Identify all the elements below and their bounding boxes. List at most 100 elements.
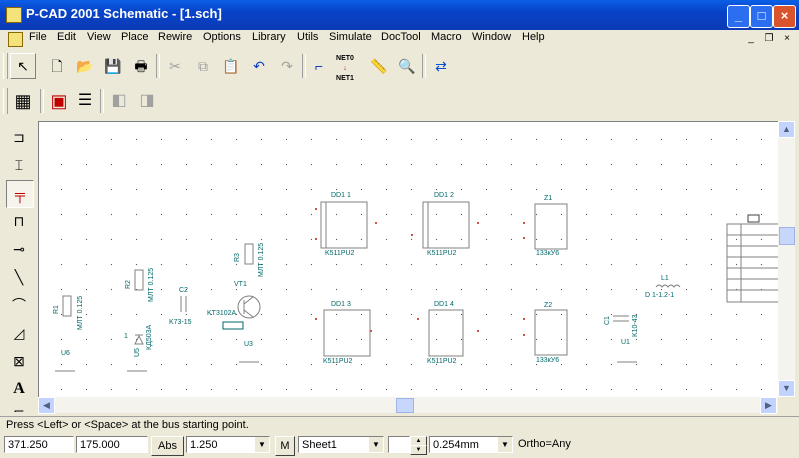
open-folder-icon[interactable]: 📂 bbox=[72, 53, 98, 79]
place-bus-icon[interactable]: ╤ bbox=[6, 180, 34, 208]
document-icon[interactable] bbox=[8, 32, 23, 47]
pin-marker bbox=[523, 334, 525, 336]
horizontal-scrollbar[interactable]: ◀ ▶ bbox=[38, 397, 778, 414]
grid-select[interactable]: 1.250 ▼ bbox=[186, 436, 270, 453]
place-line-icon[interactable]: ╲ bbox=[6, 264, 32, 290]
component-u1[interactable]: U1 bbox=[617, 339, 637, 363]
place-field-icon[interactable]: ⊠ bbox=[6, 348, 32, 374]
component-u6[interactable]: U6 bbox=[55, 350, 75, 372]
component-l1[interactable]: L1 D 1-1.2-1 bbox=[645, 275, 681, 299]
print-icon[interactable]: 🖶 bbox=[128, 53, 154, 79]
menu-file[interactable]: File bbox=[29, 31, 47, 43]
line-width-select[interactable]: 0.254mm ▼ bbox=[429, 436, 513, 453]
place-component-icon[interactable]: ⊓ bbox=[6, 208, 32, 234]
x-coordinate-field[interactable]: 371.250 bbox=[4, 436, 74, 453]
minimize-button[interactable]: _ bbox=[727, 5, 750, 28]
y-coordinate-field[interactable]: 175.000 bbox=[76, 436, 148, 453]
component-vd[interactable]: 1 КД503А bbox=[124, 325, 153, 350]
place-wire-icon[interactable]: ⌶ bbox=[6, 152, 32, 178]
abs-button[interactable]: Abs bbox=[151, 436, 184, 456]
menu-window[interactable]: Window bbox=[472, 31, 511, 43]
chevron-down-icon[interactable]: ▼ bbox=[498, 437, 512, 452]
new-file-icon[interactable]: 🗋 bbox=[44, 53, 70, 79]
place-arc-icon[interactable]: ⌒ bbox=[6, 292, 32, 318]
metric-toggle-button[interactable]: M bbox=[275, 436, 295, 456]
menu-rewire[interactable]: Rewire bbox=[158, 31, 192, 43]
component-right-icon[interactable]: ◨ bbox=[134, 88, 160, 114]
u3-ref: U3 bbox=[244, 341, 253, 348]
mdi-restore-button[interactable]: ❐ bbox=[762, 32, 776, 45]
save-icon[interactable]: 💾 bbox=[100, 53, 126, 79]
list-icon[interactable]: ☰ bbox=[72, 88, 98, 114]
component-u5[interactable]: U5 bbox=[127, 348, 147, 372]
place-text-icon[interactable]: A bbox=[6, 376, 32, 402]
component-dd1-2[interactable]: DD1 2 K511PU2 bbox=[411, 192, 479, 257]
component-connector[interactable] bbox=[726, 214, 779, 303]
paste-icon[interactable]: 📋 bbox=[218, 53, 244, 79]
u6-ref: U6 bbox=[61, 350, 70, 357]
maximize-button[interactable]: □ bbox=[750, 5, 773, 28]
spin-value-field[interactable] bbox=[388, 436, 410, 453]
menu-utils[interactable]: Utils bbox=[297, 31, 318, 43]
component-r3[interactable]: R3 МЛТ 0.125 bbox=[234, 243, 265, 277]
component-c1[interactable]: C1 K10-43 bbox=[604, 314, 639, 337]
menu-simulate[interactable]: Simulate bbox=[329, 31, 372, 43]
menu-edit[interactable]: Edit bbox=[57, 31, 76, 43]
l1-ref: L1 bbox=[661, 275, 669, 282]
sheet-select[interactable]: Sheet1 ▼ bbox=[298, 436, 384, 453]
spin-down-icon[interactable]: ▼ bbox=[410, 445, 427, 455]
sheet-frame-icon[interactable]: ▣ bbox=[46, 88, 72, 114]
redo-icon[interactable]: ↷ bbox=[274, 53, 300, 79]
place-polygon-icon[interactable]: ◿ bbox=[6, 320, 32, 346]
net-rename-icon[interactable]: NET0 ↓ NET1 bbox=[332, 53, 358, 82]
undo-icon[interactable]: ↶ bbox=[246, 53, 272, 79]
chevron-down-icon[interactable]: ▼ bbox=[255, 437, 269, 452]
scroll-right-icon[interactable]: ▶ bbox=[760, 397, 777, 414]
scroll-left-icon[interactable]: ◀ bbox=[38, 397, 55, 414]
menu-options[interactable]: Options bbox=[203, 31, 241, 43]
component-vt1[interactable]: VT1 KT3102А bbox=[207, 281, 261, 330]
spreadsheet-icon[interactable]: ▦ bbox=[10, 88, 36, 114]
component-u3[interactable]: U3 bbox=[239, 341, 259, 363]
copy-icon[interactable]: ⧉ bbox=[190, 53, 216, 79]
vertical-scrollbar[interactable]: ▲ ▼ bbox=[778, 121, 795, 397]
cut-icon[interactable]: ✂ bbox=[162, 53, 188, 79]
placement-palette: ⊐ ⌶ ╤ ⊓ ⊸ ╲ ⌒ ◿ ⊠ A ⊏ bbox=[6, 122, 34, 412]
net-icon-arrow: ↓ bbox=[343, 65, 347, 72]
menu-library[interactable]: Library bbox=[252, 31, 286, 43]
place-port-icon[interactable]: ⊏ bbox=[6, 400, 32, 412]
zoom-magnifier-icon[interactable]: 🔍 bbox=[394, 53, 420, 79]
horizontal-scroll-thumb[interactable] bbox=[396, 398, 414, 413]
menu-place[interactable]: Place bbox=[121, 31, 149, 43]
mdi-minimize-button[interactable]: _ bbox=[744, 32, 758, 45]
select-pointer-icon[interactable]: ↖ bbox=[10, 53, 36, 79]
vertical-scroll-thumb[interactable] bbox=[779, 227, 795, 245]
measure-ruler-icon[interactable]: 📏 bbox=[366, 53, 392, 79]
component-z1[interactable]: Z1 133кУ6 bbox=[523, 195, 568, 257]
u5-ref: U5 bbox=[134, 348, 141, 357]
menu-macro[interactable]: Macro bbox=[431, 31, 462, 43]
close-button[interactable]: × bbox=[773, 5, 796, 28]
menu-help[interactable]: Help bbox=[522, 31, 545, 43]
component-dd1-1[interactable]: DD1 1 K511PU2 bbox=[315, 192, 377, 257]
menu-view[interactable]: View bbox=[87, 31, 111, 43]
component-dd1-4[interactable]: DD1 4 K511PU2 bbox=[417, 301, 479, 365]
scroll-down-icon[interactable]: ▼ bbox=[778, 380, 795, 397]
scroll-up-icon[interactable]: ▲ bbox=[778, 121, 795, 138]
vt1-emitter bbox=[243, 309, 254, 318]
simulate-icon[interactable]: ⇄ bbox=[428, 53, 454, 79]
component-dd1-3[interactable]: DD1 3 K511PU2 bbox=[315, 301, 372, 365]
component-r2[interactable]: R2 МЛТ 0.125 bbox=[125, 268, 155, 302]
component-left-icon[interactable]: ◧ bbox=[106, 88, 132, 114]
schematic-canvas[interactable]: DD1 1 K511PU2 DD1 2 K511PU2 Z1 133кУ6 DD… bbox=[38, 121, 780, 399]
component-r1[interactable]: R1 МЛТ 0.125 bbox=[53, 295, 84, 330]
component-z2[interactable]: Z2 133кУ6 bbox=[523, 302, 568, 364]
component-c2[interactable]: C2 K73-15 bbox=[169, 287, 192, 326]
place-part-icon[interactable]: ⊐ bbox=[6, 124, 32, 150]
wire-route-icon[interactable]: ⌐ bbox=[306, 53, 332, 79]
place-pin-icon[interactable]: ⊸ bbox=[6, 236, 32, 262]
toolbar-separator bbox=[156, 54, 160, 78]
mdi-close-button[interactable]: × bbox=[780, 32, 794, 45]
chevron-down-icon[interactable]: ▼ bbox=[369, 437, 383, 452]
menu-doctool[interactable]: DocTool bbox=[381, 31, 421, 43]
